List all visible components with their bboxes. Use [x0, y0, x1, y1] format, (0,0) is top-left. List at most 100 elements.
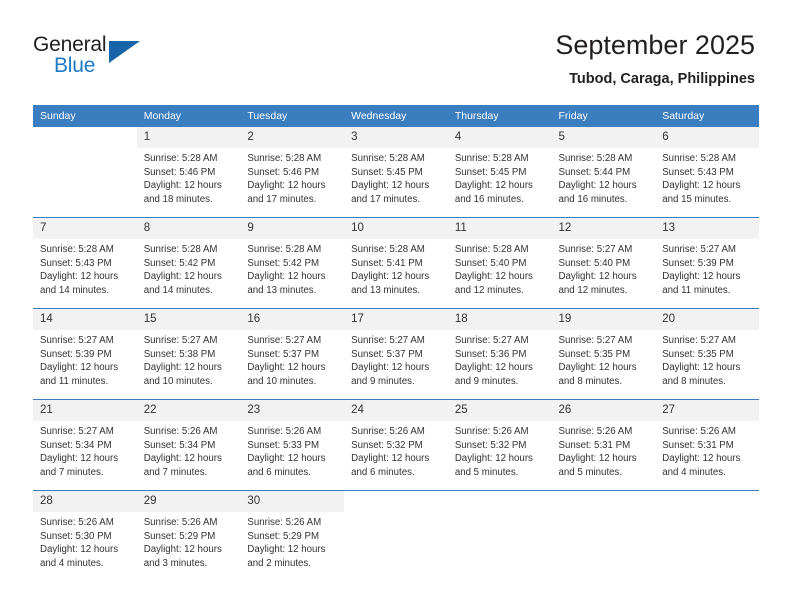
detail-sunset: Sunset: 5:29 PM [247, 530, 320, 542]
detail-daylight-line1: Daylight: 12 hours [247, 271, 326, 283]
detail-daylight-line1: Daylight: 12 hours [454, 180, 533, 192]
calendar-day-cell[interactable]: 20 Sunrise: 5:27 AM Sunset: 5:35 PM Dayligh… [655, 308, 759, 400]
detail-daylight-line2: and 8 minutes. [662, 375, 726, 387]
detail-daylight-line2: and 6 minutes. [351, 466, 415, 478]
calendar-day-cell[interactable]: 13 Sunrise: 5:27 AM Sunset: 5:39 PM Dayligh… [655, 217, 759, 309]
detail-daylight-line1: Daylight: 12 hours [558, 362, 637, 374]
day-number: 2 [240, 127, 345, 148]
day-details: Sunrise: 5:28 AM Sunset: 5:44 PM Daylight:… [552, 148, 656, 206]
day-number: 26 [551, 400, 656, 421]
calendar-day-cell[interactable]: 3 Sunrise: 5:28 AM Sunset: 5:45 PM Daylight… [344, 127, 448, 218]
detail-daylight-line1: Daylight: 12 hours [454, 453, 533, 465]
calendar-week-row: 14 Sunrise: 5:27 AM Sunset: 5:39 PM Dayligh… [33, 308, 759, 400]
calendar-cell-empty [344, 490, 448, 581]
calendar-day-cell[interactable]: 4 Sunrise: 5:28 AM Sunset: 5:45 PM Daylight… [447, 127, 552, 218]
detail-sunrise: Sunrise: 5:27 AM [40, 335, 114, 346]
day-details: Sunrise: 5:28 AM Sunset: 5:43 PM Daylight:… [33, 239, 137, 297]
detail-sunrise: Sunrise: 5:26 AM [40, 517, 114, 528]
detail-sunrise: Sunrise: 5:28 AM [454, 244, 529, 255]
day-details: Sunrise: 5:27 AM Sunset: 5:39 PM Daylight:… [33, 330, 137, 388]
day-number: 4 [447, 127, 552, 148]
weekday-header-row: Sunday Monday Tuesday Wednesday Thursday… [33, 105, 759, 127]
calendar-day-cell[interactable]: 2 Sunrise: 5:28 AM Sunset: 5:46 PM Daylight… [240, 127, 345, 218]
detail-sunset: Sunset: 5:33 PM [247, 439, 320, 451]
calendar-day-cell[interactable]: 22 Sunrise: 5:26 AM Sunset: 5:34 PM Dayligh… [136, 399, 241, 491]
calendar-day-cell[interactable]: 1 Sunrise: 5:28 AM Sunset: 5:46 PM Daylight… [136, 127, 241, 218]
calendar-day-cell[interactable]: 19 Sunrise: 5:27 AM Sunset: 5:35 PM Dayligh… [551, 308, 656, 400]
day-number: 9 [240, 218, 345, 239]
calendar-day-cell[interactable]: 8 Sunrise: 5:28 AM Sunset: 5:42 PM Daylight… [136, 217, 241, 309]
calendar-day-cell[interactable]: 23 Sunrise: 5:26 AM Sunset: 5:33 PM Dayligh… [240, 399, 345, 491]
detail-daylight-line2: and 11 minutes. [40, 375, 109, 387]
day-details: Sunrise: 5:28 AM Sunset: 5:42 PM Daylight:… [240, 239, 344, 297]
calendar-day-cell[interactable]: 25 Sunrise: 5:26 AM Sunset: 5:32 PM Dayligh… [447, 399, 552, 491]
calendar-day-cell[interactable]: 14 Sunrise: 5:27 AM Sunset: 5:39 PM Dayligh… [33, 308, 137, 400]
calendar-day-cell[interactable]: 30 Sunrise: 5:26 AM Sunset: 5:29 PM Dayligh… [240, 490, 345, 581]
day-number: 18 [447, 309, 552, 330]
weekday-header-thursday: Thursday [447, 105, 552, 127]
detail-sunrise: Sunrise: 5:28 AM [40, 244, 114, 255]
detail-daylight-line1: Daylight: 12 hours [143, 271, 222, 283]
day-number: 25 [447, 400, 552, 421]
detail-daylight-line2: and 10 minutes. [143, 375, 213, 387]
calendar-day-cell[interactable]: 15 Sunrise: 5:27 AM Sunset: 5:38 PM Dayligh… [136, 308, 241, 400]
calendar-day-cell[interactable]: 5 Sunrise: 5:28 AM Sunset: 5:44 PM Daylight… [551, 127, 656, 218]
detail-sunset: Sunset: 5:46 PM [143, 166, 216, 178]
day-number [551, 491, 656, 512]
calendar-day-cell[interactable]: 11 Sunrise: 5:28 AM Sunset: 5:40 PM Dayligh… [447, 217, 552, 309]
calendar-cell-empty [33, 127, 137, 218]
detail-sunrise: Sunrise: 5:27 AM [558, 335, 633, 346]
detail-sunset: Sunset: 5:40 PM [454, 257, 527, 269]
calendar-day-cell[interactable]: 9 Sunrise: 5:28 AM Sunset: 5:42 PM Daylight… [240, 217, 345, 309]
calendar-cell-empty [655, 490, 759, 581]
detail-sunset: Sunset: 5:30 PM [40, 530, 112, 542]
calendar-day-cell[interactable]: 27 Sunrise: 5:26 AM Sunset: 5:31 PM Dayligh… [655, 399, 759, 491]
day-number: 17 [344, 309, 448, 330]
calendar-day-cell[interactable]: 7 Sunrise: 5:28 AM Sunset: 5:43 PM Daylight… [33, 217, 137, 309]
calendar-week-row: 7 Sunrise: 5:28 AM Sunset: 5:43 PM Daylight… [33, 217, 759, 309]
detail-daylight-line1: Daylight: 12 hours [143, 180, 222, 192]
calendar-day-cell[interactable]: 16 Sunrise: 5:27 AM Sunset: 5:37 PM Dayligh… [240, 308, 345, 400]
detail-daylight-line1: Daylight: 12 hours [558, 271, 637, 283]
calendar-day-cell[interactable]: 6 Sunrise: 5:28 AM Sunset: 5:43 PM Daylight… [655, 127, 759, 218]
calendar-page: General Blue September 2025 Tubod, Carag… [0, 0, 792, 612]
calendar-day-cell[interactable]: 29 Sunrise: 5:26 AM Sunset: 5:29 PM Dayligh… [136, 490, 241, 581]
page-subtitle: Tubod, Caraga, Philippines [569, 71, 755, 87]
detail-daylight-line1: Daylight: 12 hours [454, 271, 533, 283]
day-number: 10 [344, 218, 448, 239]
day-number: 14 [33, 309, 137, 330]
detail-daylight-line2: and 14 minutes. [143, 284, 213, 296]
detail-sunrise: Sunrise: 5:28 AM [454, 153, 529, 164]
calendar-day-cell[interactable]: 17 Sunrise: 5:27 AM Sunset: 5:37 PM Dayligh… [344, 308, 448, 400]
calendar-day-cell[interactable]: 24 Sunrise: 5:26 AM Sunset: 5:32 PM Dayligh… [344, 399, 448, 491]
detail-sunrise: Sunrise: 5:28 AM [247, 244, 322, 255]
calendar-day-cell[interactable]: 12 Sunrise: 5:27 AM Sunset: 5:40 PM Dayligh… [551, 217, 656, 309]
detail-daylight-line1: Daylight: 12 hours [143, 544, 222, 556]
calendar-day-cell[interactable]: 21 Sunrise: 5:27 AM Sunset: 5:34 PM Dayligh… [33, 399, 137, 491]
detail-sunset: Sunset: 5:32 PM [351, 439, 423, 451]
day-details: Sunrise: 5:28 AM Sunset: 5:46 PM Daylight:… [240, 148, 344, 206]
detail-sunrise: Sunrise: 5:28 AM [247, 153, 322, 164]
calendar-day-cell[interactable]: 28 Sunrise: 5:26 AM Sunset: 5:30 PM Dayligh… [33, 490, 137, 581]
detail-daylight-line1: Daylight: 12 hours [662, 453, 741, 465]
day-number [447, 491, 552, 512]
detail-daylight-line2: and 13 minutes. [247, 284, 317, 296]
detail-daylight-line2: and 6 minutes. [247, 466, 311, 478]
detail-sunset: Sunset: 5:39 PM [662, 257, 734, 269]
calendar-week-row: 1 Sunrise: 5:28 AM Sunset: 5:46 PM Daylight… [33, 127, 759, 218]
day-number: 8 [136, 218, 241, 239]
detail-sunrise: Sunrise: 5:27 AM [40, 426, 114, 437]
day-number: 7 [33, 218, 137, 239]
day-details: Sunrise: 5:26 AM Sunset: 5:32 PM Daylight:… [448, 421, 552, 479]
detail-sunrise: Sunrise: 5:26 AM [143, 517, 218, 528]
calendar-day-cell[interactable]: 26 Sunrise: 5:26 AM Sunset: 5:31 PM Dayligh… [551, 399, 656, 491]
detail-daylight-line1: Daylight: 12 hours [454, 362, 533, 374]
calendar-day-cell[interactable]: 10 Sunrise: 5:28 AM Sunset: 5:41 PM Dayligh… [344, 217, 448, 309]
calendar-day-cell[interactable]: 18 Sunrise: 5:27 AM Sunset: 5:36 PM Dayligh… [447, 308, 552, 400]
weekday-header-tuesday: Tuesday [240, 105, 345, 127]
title-block: September 2025 Tubod, Caraga, Philippine… [555, 28, 755, 89]
general-blue-logo: General Blue [33, 33, 163, 83]
detail-daylight-line1: Daylight: 12 hours [351, 453, 430, 465]
detail-daylight-line2: and 5 minutes. [454, 466, 519, 478]
detail-daylight-line2: and 11 minutes. [662, 284, 731, 296]
